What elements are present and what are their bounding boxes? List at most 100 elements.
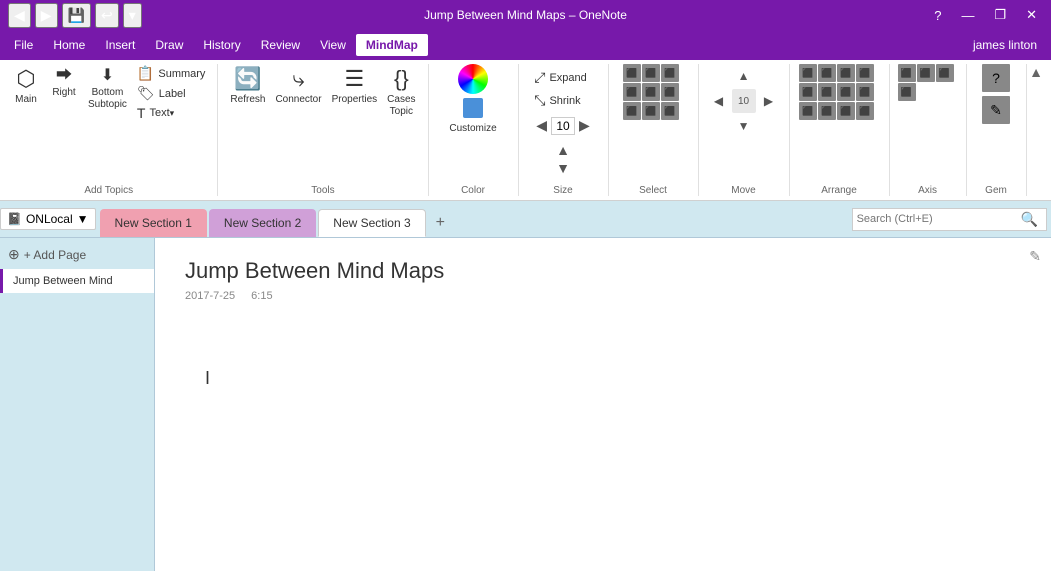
forward-button[interactable]: ▶ [35,3,58,28]
select-icon-6[interactable]: ⬛ [661,83,679,101]
ribbon-group-move: ▲ ◀ 10 ▶ ▼ Move [699,64,790,196]
arrange-icon-7[interactable]: ⬛ [837,83,855,101]
save-button[interactable]: 💾 [62,3,91,28]
edit-icon[interactable]: ✎ [1029,248,1041,265]
shrink-button[interactable]: ⤡ Shrink [530,91,596,110]
main-button[interactable]: ⬡ Main [8,64,44,108]
customize-quick-access[interactable]: ▾ [123,3,142,28]
gem-buttons: ? ✎ [982,64,1010,181]
add-page-button[interactable]: ⊕ + Add Page [0,242,154,267]
sections-bar: New Section 1 New Section 2 New Section … [96,201,852,237]
text-button[interactable]: T Text ▾ [133,104,210,122]
properties-button[interactable]: ☰ Properties [328,64,382,108]
arrange-icon-4[interactable]: ⬛ [856,64,874,82]
search-input[interactable] [857,213,1017,225]
ribbon-group-add-topics: ⬡ Main ⮕ Right ⬇ BottomSubtopic 📋 Summar… [0,64,218,196]
ribbon-group-arrange: ⬛ ⬛ ⬛ ⬛ ⬛ ⬛ ⬛ ⬛ ⬛ ⬛ ⬛ ⬛ Arrange [790,64,890,196]
move-down[interactable]: ▼ [732,114,756,138]
arrange-icon-9[interactable]: ⬛ [799,102,817,120]
move-right[interactable]: ▶ [757,89,781,113]
move-up[interactable]: ▲ [732,64,756,88]
arrange-icon-5[interactable]: ⬛ [799,83,817,101]
move-upright [757,64,781,88]
size-value: 10 [551,117,575,135]
section-tab-1[interactable]: New Section 1 [100,209,207,237]
arrange-label: Arrange [821,181,857,196]
arrange-icon-10[interactable]: ⬛ [818,102,836,120]
arrange-icon-2[interactable]: ⬛ [818,64,836,82]
add-page-icon: ⊕ [8,246,20,263]
menu-history[interactable]: History [193,34,250,56]
help-button[interactable]: ? [928,6,947,25]
page-item[interactable]: Jump Between Mind [0,269,154,293]
move-center: 10 [732,89,756,113]
notebook-icon: 📓 [7,212,22,226]
menu-mindmap[interactable]: MindMap [356,34,428,56]
size-left-arrow[interactable]: ◀ [534,116,549,135]
color-wheel[interactable] [458,64,488,94]
add-page-label: + Add Page [24,248,86,262]
select-icon-4[interactable]: ⬛ [623,83,641,101]
select-icon-5[interactable]: ⬛ [642,83,660,101]
section-tab-3[interactable]: New Section 3 [318,209,425,237]
color-label: Color [461,181,485,196]
menu-home[interactable]: Home [43,34,95,56]
arrange-icon-1[interactable]: ⬛ [799,64,817,82]
gem-icon-2[interactable]: ✎ [982,96,1010,124]
window-title: Jump Between Mind Maps – OneNote [424,8,627,22]
content-area[interactable]: ✎ Jump Between Mind Maps 2017-7-25 6:15 … [155,238,1051,571]
ribbon-collapse-button[interactable]: ▲ [1021,60,1051,84]
connector-button[interactable]: ⤷ Connector [271,64,325,108]
size-right-arrow[interactable]: ▶ [577,116,592,135]
arrange-icon-6[interactable]: ⬛ [818,83,836,101]
axis-icon-3[interactable]: ⬛ [936,64,954,82]
back-button[interactable]: ◀ [8,3,31,28]
color-buttons: Customize [445,64,500,181]
select-icon-9[interactable]: ⬛ [661,102,679,120]
arrange-icon-12[interactable]: ⬛ [856,102,874,120]
axis-icon-2[interactable]: ⬛ [917,64,935,82]
undo-button[interactable]: ↩ [95,3,119,28]
nav-bar: 📓 ONLocal ▼ New Section 1 New Section 2 … [0,201,1051,238]
summary-button[interactable]: 📋 Summary [133,64,210,83]
move-grid: ▲ ◀ 10 ▶ ▼ [707,64,781,138]
axis-icon-1[interactable]: ⬛ [898,64,916,82]
menu-review[interactable]: Review [251,34,310,56]
search-button[interactable]: 🔍 [1017,211,1042,228]
size-down-arrow[interactable]: ▼ [554,159,572,177]
close-button[interactable]: ✕ [1020,5,1043,25]
menu-insert[interactable]: Insert [95,34,145,56]
notebook-selector[interactable]: 📓 ONLocal ▼ [0,208,96,230]
user-name: james linton [963,34,1047,56]
select-icon-1[interactable]: ⬛ [623,64,641,82]
notebook-name: ONLocal [26,212,73,226]
select-icon-3[interactable]: ⬛ [661,64,679,82]
size-up-arrow[interactable]: ▲ [554,141,572,159]
label-button[interactable]: 🏷 Label [133,84,210,103]
minimize-button[interactable]: — [955,6,980,25]
move-downright [757,114,781,138]
arrange-icon-3[interactable]: ⬛ [837,64,855,82]
menu-view[interactable]: View [310,34,356,56]
refresh-button[interactable]: 🔄 Refresh [226,64,269,108]
cases-topic-button[interactable]: {} CasesTopic [383,64,419,120]
move-left[interactable]: ◀ [707,89,731,113]
expand-button[interactable]: ⤢ Expand [530,68,596,87]
arrange-icon-8[interactable]: ⬛ [856,83,874,101]
restore-button[interactable]: ❐ [988,5,1012,25]
select-icon-2[interactable]: ⬛ [642,64,660,82]
axis-icon-4[interactable]: ⬛ [898,83,916,101]
customize-button[interactable]: Customize [445,122,500,135]
bottom-subtopic-button[interactable]: ⬇ BottomSubtopic [84,64,131,113]
section-tab-2[interactable]: New Section 2 [209,209,316,237]
select-icon-8[interactable]: ⬛ [642,102,660,120]
right-button[interactable]: ⮕ Right [46,64,82,101]
menu-draw[interactable]: Draw [145,34,193,56]
add-section-button[interactable]: + [428,209,453,237]
ribbon-group-tools: 🔄 Refresh ⤷ Connector ☰ Properties {} Ca… [218,64,428,196]
select-icon-7[interactable]: ⬛ [623,102,641,120]
color-swatch[interactable] [463,98,483,118]
menu-file[interactable]: File [4,34,43,56]
arrange-icon-11[interactable]: ⬛ [837,102,855,120]
gem-icon-1[interactable]: ? [982,64,1010,92]
